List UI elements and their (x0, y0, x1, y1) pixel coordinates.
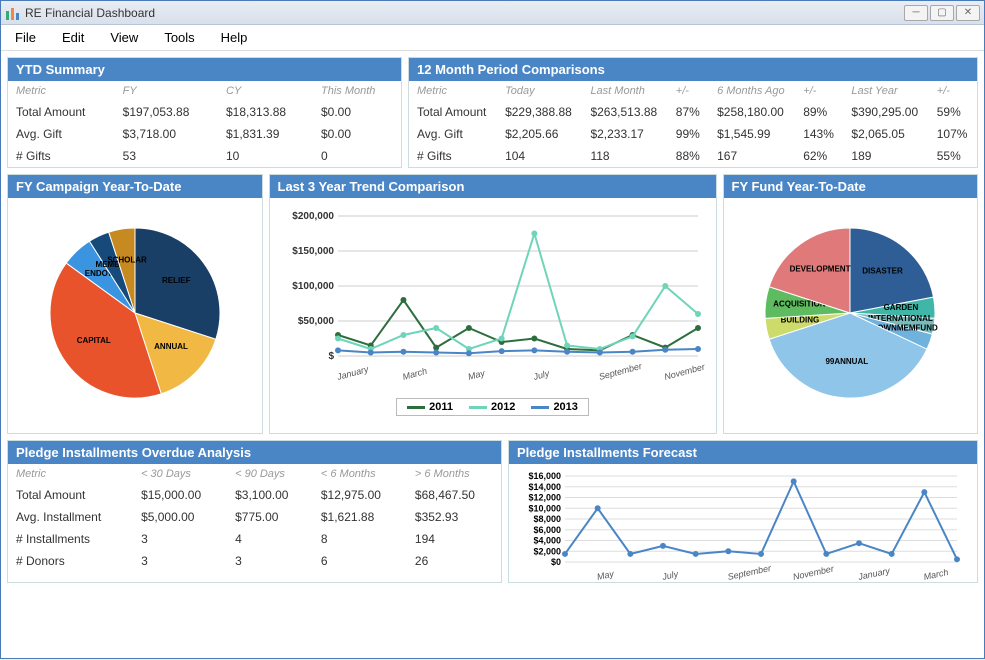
trend-chart: $200,000 $150,000 $100,000 $50,000 $January M… (270, 198, 716, 398)
svg-text:ANNUAL: ANNUAL (154, 342, 188, 351)
menu-view[interactable]: View (106, 28, 142, 47)
svg-text:$14,000: $14,000 (528, 482, 561, 492)
svg-text:99ANNUAL: 99ANNUAL (826, 357, 869, 366)
svg-text:November: November (792, 563, 836, 582)
svg-text:$6,000: $6,000 (533, 525, 561, 535)
svg-text:$12,000: $12,000 (528, 493, 561, 503)
table-row: Avg. Installment$5,000.00$775.00$1,621.8… (8, 506, 501, 528)
svg-text:May: May (466, 368, 485, 382)
minimize-button[interactable]: ─ (904, 5, 928, 21)
svg-text:RELIEF: RELIEF (162, 276, 191, 285)
forecast-title: Pledge Installments Forecast (509, 441, 977, 464)
table-row: # Installments348194 (8, 528, 501, 550)
svg-text:January: January (334, 364, 369, 382)
svg-text:May: May (596, 569, 615, 582)
window-title: RE Financial Dashboard (25, 6, 904, 20)
maximize-button[interactable]: ▢ (930, 5, 954, 21)
svg-text:DEVELOPMENT: DEVELOPMENT (790, 265, 851, 274)
table-row: Total Amount$15,000.00$3,100.00$12,975.0… (8, 484, 501, 506)
table-row: Total Amount$229,388.88$263,513.8887%$25… (409, 101, 977, 123)
svg-text:September: September (727, 563, 773, 582)
svg-text:$16,000: $16,000 (528, 471, 561, 481)
menu-help[interactable]: Help (217, 28, 252, 47)
table-row: # Gifts53100 (8, 145, 401, 167)
overdue-panel: Pledge Installments Overdue Analysis Met… (7, 440, 502, 583)
campaign-panel: FY Campaign Year-To-Date RELIEF ANNUAL CAP… (7, 174, 263, 434)
table-row: # Gifts10411888%16762%18955% (409, 145, 977, 167)
campaign-pie-chart: RELIEFANNUALCAPITALENDOWMEMBERSCHOLAR (8, 198, 262, 428)
svg-text:$100,000: $100,000 (292, 281, 334, 292)
svg-text:$2,000: $2,000 (533, 546, 561, 556)
svg-text:$150,000: $150,000 (292, 246, 334, 257)
close-button[interactable]: ✕ (956, 5, 980, 21)
table-row: # Donors33626 (8, 550, 501, 572)
ytd-summary-panel: YTD Summary Metric FY CY This Month Tota… (7, 57, 402, 168)
menubar: File Edit View Tools Help (1, 25, 984, 51)
fund-title: FY Fund Year-To-Date (724, 175, 978, 198)
content: YTD Summary Metric FY CY This Month Tota… (1, 51, 984, 660)
table-row: Total Amount$197,053.88$18,313.88$0.00 (8, 101, 401, 123)
menu-tools[interactable]: Tools (160, 28, 198, 47)
svg-text:July: July (660, 569, 679, 582)
campaign-title: FY Campaign Year-To-Date (8, 175, 262, 198)
trend-title: Last 3 Year Trend Comparison (270, 175, 716, 198)
svg-text:$: $ (328, 351, 334, 362)
comparison-panel: 12 Month Period Comparisons Metric Today… (408, 57, 978, 168)
table-row: Avg. Gift$2,205.66$2,233.1799%$1,545.991… (409, 123, 977, 145)
fund-panel: FY Fund Year-To-Date DISASTERGARDENINTER… (723, 174, 979, 434)
forecast-panel: Pledge Installments Forecast $16,000$14,… (508, 440, 978, 583)
svg-text:$50,000: $50,000 (297, 316, 334, 327)
svg-text:$8,000: $8,000 (533, 514, 561, 524)
menu-file[interactable]: File (11, 28, 40, 47)
menu-edit[interactable]: Edit (58, 28, 88, 47)
comparison-table: Metric Today Last Month +/- 6 Months Ago… (409, 81, 977, 167)
ytd-table: Metric FY CY This Month Total Amount$197… (8, 81, 401, 167)
svg-text:January: January (856, 565, 891, 582)
titlebar: RE Financial Dashboard ─ ▢ ✕ (1, 1, 984, 25)
svg-text:March: March (923, 567, 950, 582)
svg-text:SCHOLAR: SCHOLAR (107, 256, 147, 265)
app-icon (5, 5, 21, 21)
svg-text:DISASTER: DISASTER (863, 267, 904, 276)
forecast-chart: $16,000$14,000$12,000$10,000$8,000$6,000… (509, 464, 977, 582)
table-row: Avg. Gift$3,718.00$1,831.39$0.00 (8, 123, 401, 145)
svg-text:CAPITAL: CAPITAL (76, 336, 110, 345)
overdue-title: Pledge Installments Overdue Analysis (8, 441, 501, 464)
trend-legend: 2011 2012 2013 (396, 398, 589, 416)
svg-text:GARDEN: GARDEN (884, 303, 919, 312)
ytd-summary-title: YTD Summary (8, 58, 401, 81)
svg-text:July: July (531, 368, 550, 382)
svg-text:March: March (401, 366, 428, 382)
svg-text:$10,000: $10,000 (528, 503, 561, 513)
window-controls: ─ ▢ ✕ (904, 5, 980, 21)
svg-text:$4,000: $4,000 (533, 536, 561, 546)
svg-text:November: November (663, 361, 707, 382)
svg-text:$200,000: $200,000 (292, 211, 334, 222)
overdue-table: Metric < 30 Days < 90 Days < 6 Months > … (8, 464, 501, 572)
app-window: RE Financial Dashboard ─ ▢ ✕ File Edit V… (0, 0, 985, 659)
trend-panel: Last 3 Year Trend Comparison $200,000 $15… (269, 174, 717, 434)
comparison-title: 12 Month Period Comparisons (409, 58, 977, 81)
fund-pie-chart: DISASTERGARDENINTERNATIONALWBROWNMEMFUND… (724, 198, 978, 428)
svg-text:$0: $0 (551, 557, 561, 567)
svg-text:September: September (597, 361, 643, 382)
